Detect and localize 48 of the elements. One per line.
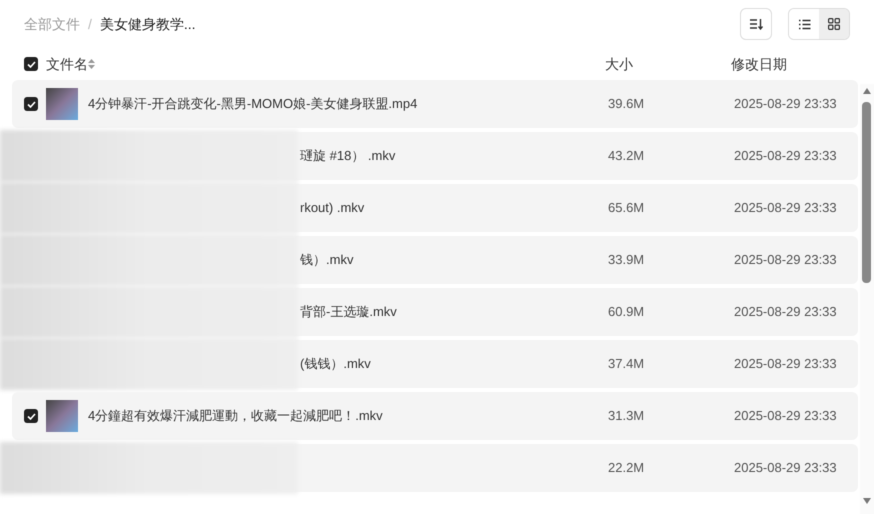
- file-name: 钱）.mkv: [300, 252, 354, 268]
- modified-date: 2025-08-29 23:33: [734, 95, 837, 114]
- breadcrumb-item[interactable]: 美女健身教学...: [100, 14, 196, 34]
- checkbox[interactable]: [24, 409, 38, 423]
- scrollbar-thumb[interactable]: [862, 102, 871, 283]
- scroll-up-icon[interactable]: [863, 88, 871, 94]
- column-header[interactable]: 修改日期: [731, 54, 787, 74]
- checkbox[interactable]: [24, 57, 38, 71]
- checkbox[interactable]: [24, 97, 38, 111]
- modified-date: 2025-08-29 23:33: [734, 355, 837, 374]
- modified-date: 2025-08-29 23:33: [734, 459, 837, 478]
- file-name: (钱钱）.mkv: [300, 356, 371, 372]
- check-icon: [26, 60, 36, 68]
- file-name: 4分钟暴汗-开合跳变化-黑男-MOMO娘-美女健身联盟.mp4: [88, 96, 418, 112]
- check-icon: [26, 100, 36, 108]
- grid-icon: [828, 18, 840, 30]
- modified-date: 2025-08-29 23:33: [734, 199, 837, 218]
- column-header[interactable]: 大小: [605, 54, 731, 74]
- file-size: 43.2M: [608, 147, 646, 166]
- sort-button[interactable]: [740, 8, 772, 40]
- video-thumbnail: [46, 400, 78, 432]
- sort-icon: [749, 18, 763, 30]
- file-size: 39.6M: [608, 95, 646, 114]
- scrollbar[interactable]: [860, 84, 874, 514]
- scroll-down-icon[interactable]: [863, 498, 871, 504]
- modified-date: 2025-08-29 23:33: [734, 147, 837, 166]
- check-icon: [26, 412, 36, 420]
- file-row[interactable]: 4分鐘超有效爆汗減肥運動，收藏一起減肥吧！.mkv 31.3M 2025-08-29 23:33: [12, 392, 858, 440]
- file-size: 37.4M: [608, 355, 646, 374]
- grid-view-button[interactable]: [819, 9, 849, 39]
- file-size: 33.9M: [608, 251, 646, 270]
- file-size: 65.6M: [608, 199, 646, 218]
- sort-arrows-icon[interactable]: [88, 59, 95, 69]
- file-name: rkout) .mkv: [300, 200, 364, 216]
- file-size: 60.9M: [608, 303, 646, 322]
- file-name: 背部-王选璇.mkv: [300, 304, 397, 320]
- modified-date: 2025-08-29 23:33: [734, 303, 837, 322]
- video-thumbnail: [46, 88, 78, 120]
- list-icon: [798, 18, 810, 30]
- file-size: 31.3M: [608, 407, 646, 426]
- file-name: 4分鐘超有效爆汗減肥運動，收藏一起減肥吧！.mkv: [88, 408, 383, 424]
- modified-date: 2025-08-29 23:33: [734, 407, 837, 426]
- file-name: 璭旋 #18） .mkv: [300, 148, 396, 164]
- breadcrumb-separator: /: [88, 14, 92, 34]
- column-header[interactable]: 文件名: [46, 54, 88, 74]
- file-row[interactable]: 4分钟暴汗-开合跳变化-黑男-MOMO娘-美女健身联盟.mp4 39.6M 2025-08-29 23:33: [12, 80, 858, 128]
- modified-date: 2025-08-29 23:33: [734, 251, 837, 270]
- file-size: 22.2M: [608, 459, 646, 478]
